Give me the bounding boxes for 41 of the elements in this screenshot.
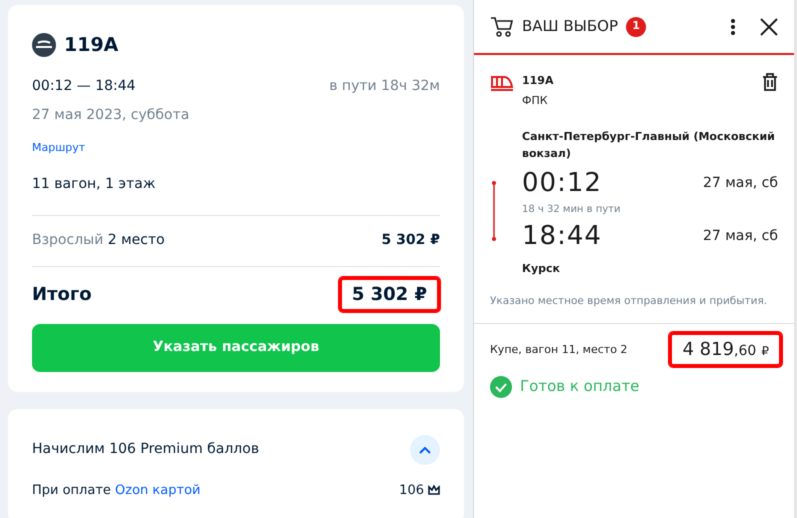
bonus-points: 106 [399, 482, 424, 500]
travel-duration: в пути 18ч 32м [329, 76, 440, 96]
passenger-price: 5 302 ₽ [382, 231, 440, 250]
cart-count-badge: 1 [626, 16, 646, 36]
departure-date: 27 мая, сб [702, 174, 778, 192]
departure-time: 00:12 [522, 170, 602, 196]
total-price: 5 302 ₽ [338, 276, 440, 312]
cart-icon[interactable] [490, 16, 514, 38]
ready-status: Готов к оплате [520, 376, 640, 398]
more-menu-icon[interactable] [730, 18, 736, 36]
cart-price: 4 819,60 ₽ [669, 332, 782, 368]
cart-train-number: 119A [522, 73, 554, 89]
local-time-note: Указано местное время отправления и прибытия. [490, 294, 768, 308]
seat-number: 2 место [108, 232, 165, 248]
route-line-icon [490, 180, 498, 242]
route-link[interactable]: Маршрут [32, 140, 86, 154]
chevron-icon [419, 446, 431, 454]
cart-title: ВАШ ВЫБОР [522, 16, 618, 38]
collapse-button[interactable] [410, 434, 440, 464]
seat-details: Купе, вагон 11, место 2 [490, 342, 628, 358]
carrier-name: ФПК [522, 92, 549, 108]
car-info: 11 вагон, 1 этаж [32, 174, 156, 194]
railway-logo-icon [32, 33, 56, 58]
trash-icon[interactable] [762, 73, 778, 91]
arrival-station: Курск [522, 261, 562, 277]
travel-date: 27 мая 2023, суббота [32, 106, 190, 124]
passenger-type: Взрослый [32, 232, 104, 248]
bonus-title: Начислим 106 Premium баллов [32, 440, 260, 459]
train-icon [490, 73, 514, 91]
train-number: 119A [64, 33, 118, 58]
total-label: Итого [32, 282, 92, 306]
arrival-time: 18:44 [522, 223, 602, 249]
close-icon[interactable] [760, 18, 778, 36]
arrival-date: 27 мая, сб [702, 226, 778, 246]
bonus-note: При оплате Ozon картой [32, 482, 200, 500]
trip-duration: 18 ч 32 мин в пути [522, 203, 622, 217]
travel-times: 00:12 — 18:44 [32, 76, 136, 96]
check-icon [490, 376, 512, 398]
departure-station: Санкт-Петербург-Главный (Московский вокзал) [522, 129, 776, 162]
crown-icon [428, 485, 440, 496]
ozon-card-link[interactable]: Ozon картой [115, 482, 200, 498]
